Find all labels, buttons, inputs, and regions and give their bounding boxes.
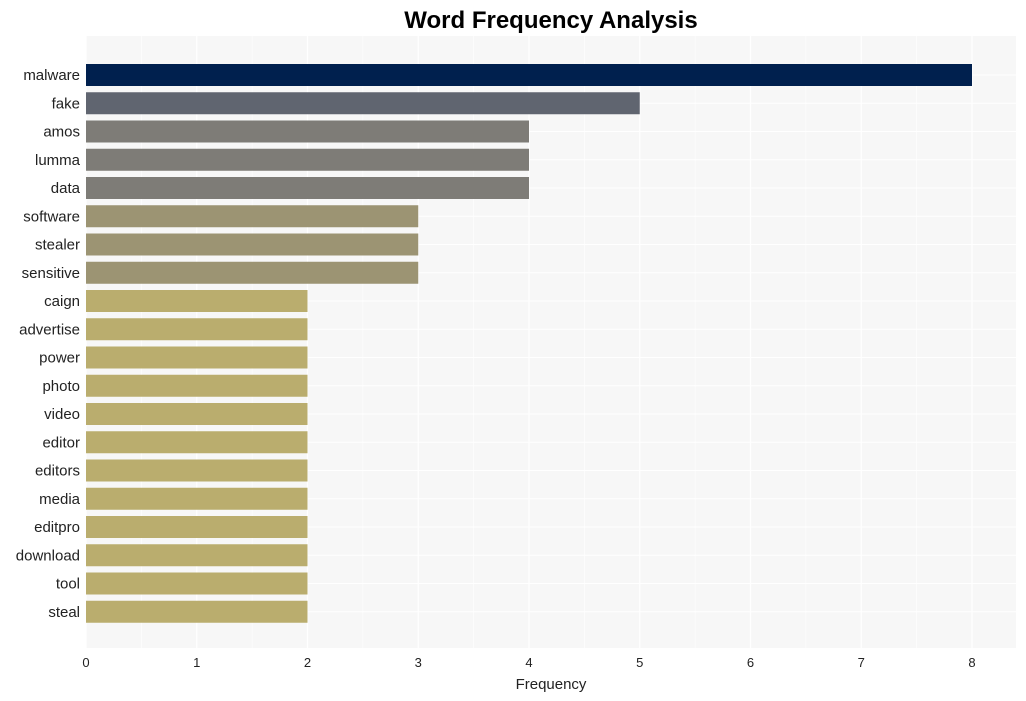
bar-steal (86, 600, 308, 623)
bar-stealer (86, 233, 419, 256)
y-tick-label: steal (48, 604, 80, 621)
y-tick-label: amos (43, 124, 80, 141)
y-tick-label: video (44, 406, 80, 423)
y-tick-label: photo (42, 378, 80, 395)
bar-editpro (86, 516, 308, 538)
bar-editor (86, 431, 308, 454)
bar-software (86, 205, 419, 228)
x-tick-label: 1 (193, 655, 200, 670)
bar-photo (86, 374, 308, 397)
x-tick-label: 0 (82, 655, 89, 670)
bar-amos (86, 120, 529, 143)
bar-sensitive (86, 261, 419, 284)
x-tick-label: 4 (525, 655, 532, 670)
bar-power (86, 346, 308, 369)
y-tick-label: malware (23, 67, 80, 84)
bar-video (86, 403, 308, 425)
bar-advertise (86, 318, 308, 341)
y-tick-label: sensitive (22, 265, 80, 282)
x-tick-label: 5 (636, 655, 643, 670)
y-tick-label: media (39, 491, 81, 508)
bar-editors (86, 459, 308, 482)
x-tick-label: 8 (968, 655, 975, 670)
y-tick-label: editpro (34, 519, 80, 536)
y-tick-label: download (16, 547, 80, 564)
y-tick-label: stealer (35, 237, 80, 254)
bar-media (86, 487, 308, 510)
y-tick-label: editor (42, 434, 80, 451)
bar-data (86, 177, 529, 199)
x-tick-label: 2 (304, 655, 311, 670)
y-tick-label: lumma (35, 152, 81, 169)
x-tick-label: 7 (858, 655, 865, 670)
bar-lumma (86, 148, 529, 171)
bar-chart: malware fake amos lumma data software stealer s… (16, 7, 1016, 693)
y-tick-label: fake (52, 95, 80, 112)
x-tick-labels: 0 1 2 3 4 5 6 7 8 (82, 655, 975, 670)
y-tick-label: data (51, 180, 81, 197)
bar-download (86, 544, 308, 567)
y-tick-labels: malware fake amos lumma data software stealer s… (16, 67, 81, 621)
y-tick-label: software (23, 208, 80, 225)
x-tick-label: 3 (415, 655, 422, 670)
y-tick-label: editors (35, 463, 80, 480)
x-tick-label: 6 (747, 655, 754, 670)
x-axis-label: Frequency (516, 676, 587, 693)
y-tick-label: tool (56, 576, 80, 593)
y-tick-label: advertise (19, 321, 80, 338)
chart-title: Word Frequency Analysis (404, 7, 697, 34)
y-tick-label: caign (44, 293, 80, 310)
bar-malware (86, 64, 972, 86)
bar-fake (86, 92, 640, 115)
y-tick-label: power (39, 350, 80, 367)
bar-tool (86, 572, 308, 595)
bar-caign (86, 290, 308, 312)
